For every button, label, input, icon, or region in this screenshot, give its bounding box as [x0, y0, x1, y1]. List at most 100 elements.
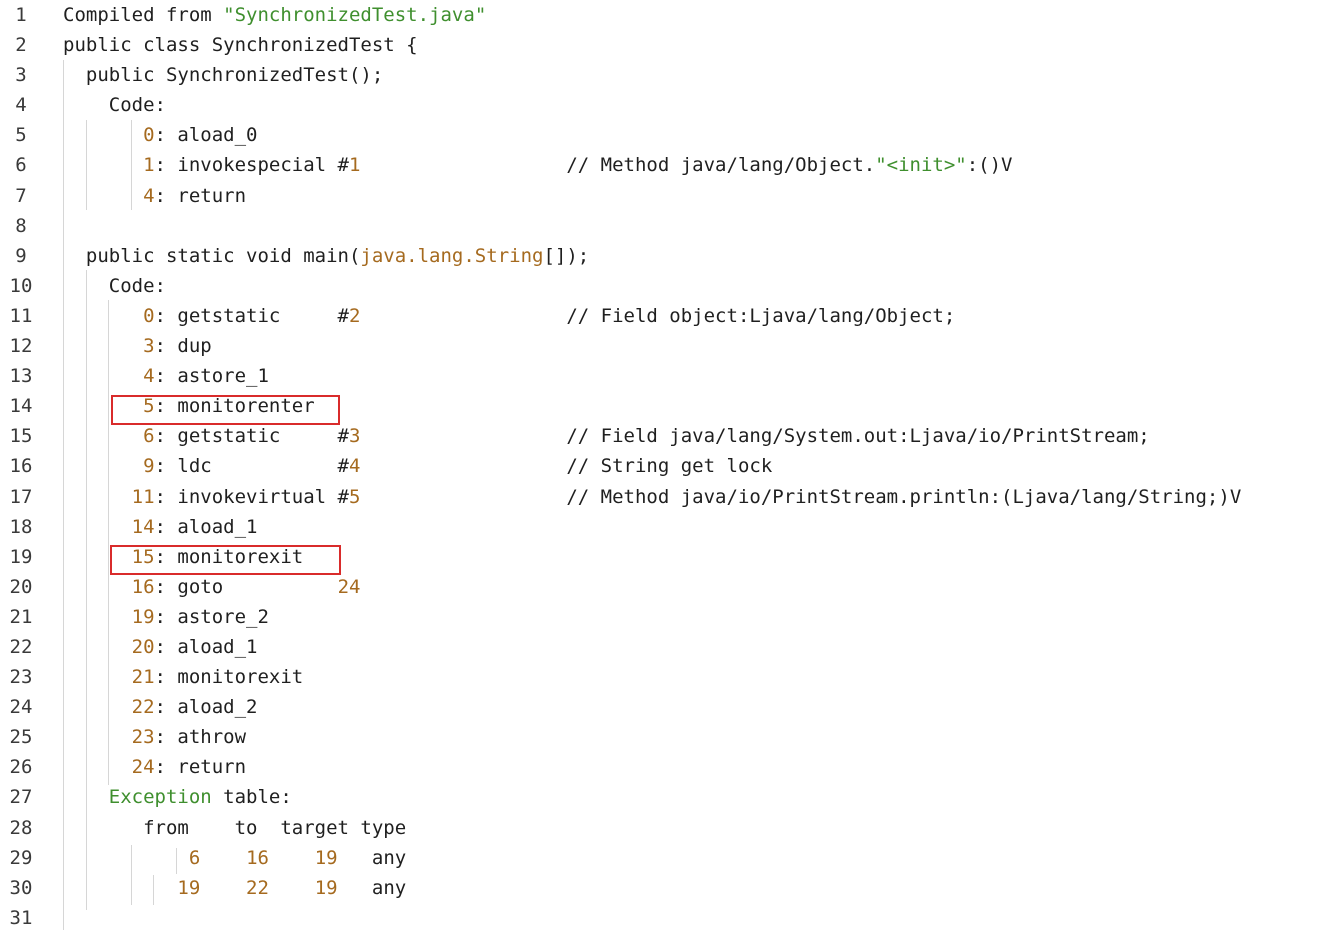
- indent-guide: [63, 60, 64, 930]
- number-token: 6: [188, 846, 201, 869]
- number-token: 21: [131, 666, 155, 689]
- text-token: Compiled from: [63, 4, 224, 26]
- code-line[interactable]: 13 4: astore_1: [0, 361, 1325, 391]
- text-token: : return: [154, 184, 247, 207]
- line-number: 26: [9, 756, 33, 779]
- code-line[interactable]: 8: [0, 211, 1325, 241]
- code-line[interactable]: 28 from to target type: [0, 813, 1325, 843]
- text-token: : getstatic #: [154, 425, 349, 448]
- code-line[interactable]: 11 0: getstatic #2 // Field object:Ljava…: [0, 301, 1325, 331]
- code-line[interactable]: 16 9: ldc #4 // String get lock: [0, 451, 1325, 481]
- number-token: 1: [143, 154, 155, 177]
- line-number: 29: [9, 846, 33, 869]
- code-line[interactable]: 2 public class SynchronizedTest {: [0, 30, 1325, 60]
- text-token: // Field object:Ljava/lang/Object;: [360, 304, 956, 327]
- code-text: 22: aload_2: [63, 692, 258, 722]
- number-token: 19: [131, 605, 155, 628]
- code-line[interactable]: 7 4: return: [0, 181, 1325, 211]
- code-text: 19: astore_2: [63, 602, 269, 632]
- line-number: 19: [9, 545, 33, 568]
- line-number: 21: [9, 605, 33, 628]
- text-token: // Method java/io/PrintStream.println:(L…: [360, 485, 1242, 508]
- code-line[interactable]: 20 16: goto 24: [0, 572, 1325, 602]
- number-token: java.lang.String: [360, 244, 544, 267]
- code-text: 0: getstatic #2 // Field object:Ljava/la…: [63, 301, 955, 331]
- code-text: Code:: [63, 90, 166, 120]
- code-text: 14: aload_1: [63, 512, 258, 542]
- number-token: 2: [349, 304, 361, 327]
- line-number: 30: [9, 876, 33, 899]
- number-token: 19: [314, 846, 338, 869]
- code-line[interactable]: 24 22: aload_2: [0, 692, 1325, 722]
- code-line[interactable]: 15 6: getstatic #3 // Field java/lang/Sy…: [0, 421, 1325, 451]
- code-editor[interactable]: 1 Compiled from "SynchronizedTest.java" 2 p…: [0, 0, 1325, 930]
- string-token: "<init>": [875, 154, 967, 177]
- number-token: 4: [349, 455, 361, 478]
- line-number: 2: [15, 34, 27, 57]
- code-text: 4: astore_1: [63, 361, 269, 391]
- code-text: 4: return: [63, 181, 246, 211]
- text-token: public SynchronizedTest();: [63, 64, 384, 87]
- code-line[interactable]: 21 19: astore_2: [0, 602, 1325, 632]
- number-token: 23: [131, 726, 155, 749]
- code-line[interactable]: 10 Code:: [0, 271, 1325, 301]
- number-token: 1: [349, 154, 361, 177]
- code-line[interactable]: 6 1: invokespecial #1 // Method java/lan…: [0, 150, 1325, 180]
- code-line[interactable]: 18 14: aload_1: [0, 512, 1325, 542]
- string-token: "SynchronizedTest.java": [223, 4, 487, 26]
- number-token: 24: [337, 575, 361, 598]
- line-number: 23: [9, 666, 33, 689]
- line-number: 25: [9, 726, 33, 749]
- code-line[interactable]: 17 11: invokevirtual #5 // Method java/i…: [0, 482, 1325, 512]
- code-text: Code:: [63, 271, 166, 301]
- code-line[interactable]: 23 21: monitorexit: [0, 662, 1325, 692]
- line-number: 3: [15, 64, 27, 87]
- number-token: 14: [131, 515, 155, 538]
- text-token: : astore_2: [154, 605, 269, 628]
- code-text: 9: ldc #4 // String get lock: [63, 451, 772, 481]
- code-line[interactable]: 1 Compiled from "SynchronizedTest.java": [0, 0, 1325, 30]
- code-line[interactable]: 30 19 22 19 any: [0, 873, 1325, 903]
- text-token: : aload_1: [154, 515, 258, 538]
- code-line[interactable]: 31: [0, 903, 1325, 930]
- string-token: Exception: [108, 786, 212, 809]
- code-line[interactable]: 27 Exception table:: [0, 782, 1325, 812]
- number-token: 0: [143, 124, 155, 147]
- line-number: 8: [15, 214, 27, 237]
- code-text: 6 16 19 any: [63, 843, 406, 873]
- monitorenter-highlight-box: [111, 395, 340, 425]
- indent-guide: [86, 270, 87, 910]
- code-text: 23: athrow: [63, 722, 246, 752]
- code-line[interactable]: 29 6 16 19 any: [0, 843, 1325, 873]
- code-line[interactable]: 22 20: aload_1: [0, 632, 1325, 662]
- number-token: 19: [314, 876, 338, 899]
- code-line[interactable]: 4 Code:: [0, 90, 1325, 120]
- text-token: : return: [154, 756, 247, 779]
- code-line[interactable]: 3 public SynchronizedTest();: [0, 60, 1325, 90]
- code-line[interactable]: 9 public static void main(java.lang.Stri…: [0, 241, 1325, 271]
- text-token: : aload_0: [154, 124, 258, 147]
- line-number: 14: [9, 395, 33, 418]
- code-text: 21: monitorexit: [63, 662, 304, 692]
- line-number: 11: [9, 304, 33, 327]
- code-line[interactable]: 25 23: athrow: [0, 722, 1325, 752]
- code-text: 6: getstatic #3 // Field java/lang/Syste…: [63, 421, 1150, 451]
- code-line[interactable]: 12 3: dup: [0, 331, 1325, 361]
- text-token: from to target type: [63, 816, 407, 839]
- indent-guide: [108, 300, 109, 785]
- code-line[interactable]: 5 0: aload_0: [0, 120, 1325, 150]
- code-line[interactable]: 26 24: return: [0, 752, 1325, 782]
- text-token: : aload_1: [154, 635, 258, 658]
- line-number: 15: [9, 425, 33, 448]
- code-text: 20: aload_1: [63, 632, 258, 662]
